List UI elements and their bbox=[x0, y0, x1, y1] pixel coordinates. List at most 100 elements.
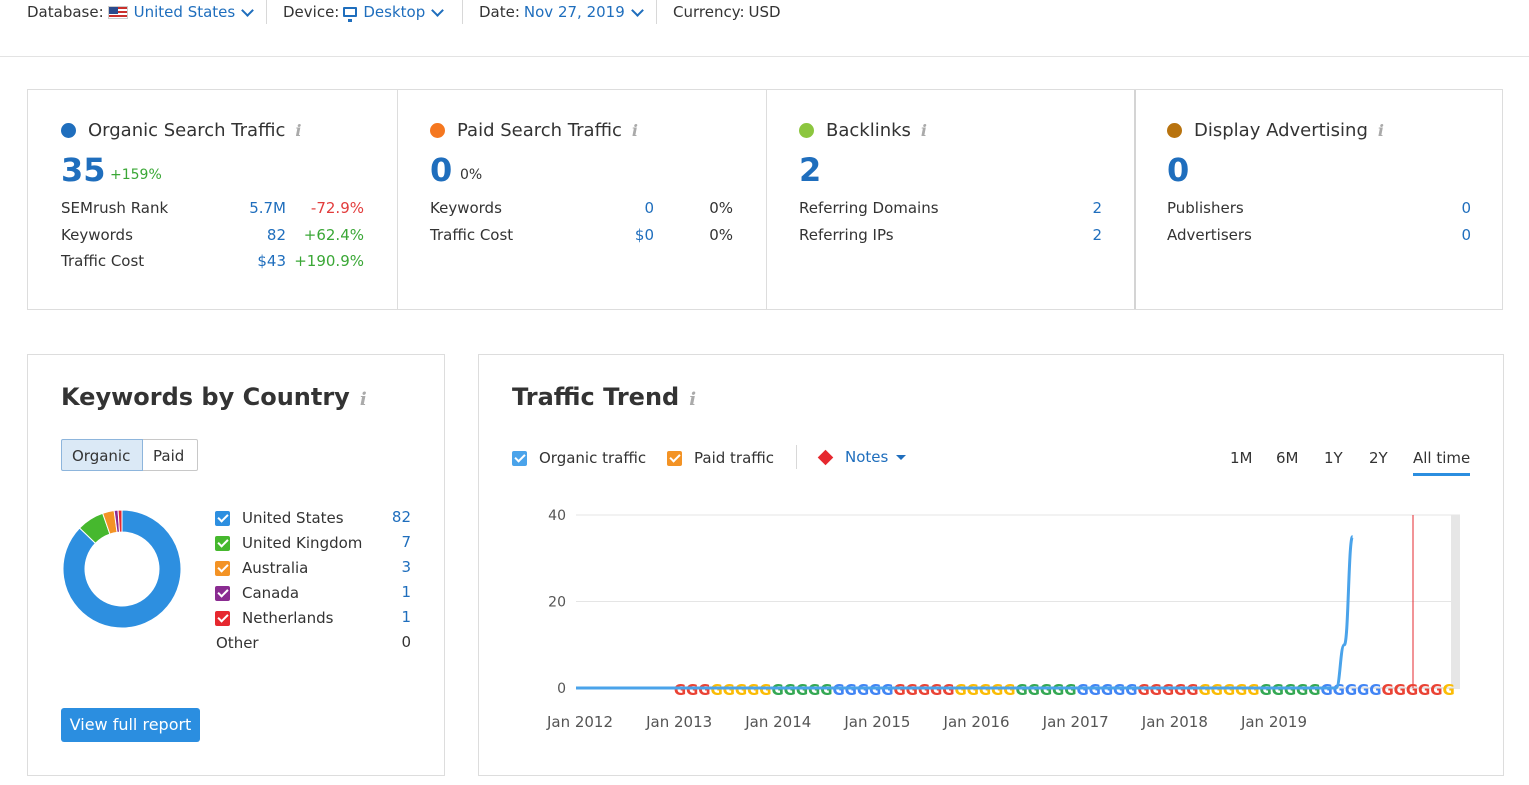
legend-item[interactable]: Netherlands bbox=[215, 608, 333, 628]
display-title-row[interactable]: Display Advertising i bbox=[1167, 120, 1384, 141]
google-update-icon: G bbox=[1186, 681, 1198, 699]
referring-ips-value[interactable]: 2 bbox=[1092, 226, 1102, 244]
google-update-icon: G bbox=[1247, 681, 1259, 699]
legend-country-value[interactable]: 7 bbox=[380, 533, 411, 551]
google-update-icon: G bbox=[771, 681, 783, 699]
google-update-icon: G bbox=[1223, 681, 1235, 699]
legend-item[interactable]: Canada bbox=[215, 583, 299, 603]
legend-item[interactable]: United States bbox=[215, 508, 344, 528]
google-update-icon: G bbox=[1235, 681, 1247, 699]
organic-title-row[interactable]: Organic Search Traffic i bbox=[61, 120, 301, 141]
notes-diamond-icon bbox=[817, 449, 834, 465]
paid-value[interactable]: 0 bbox=[430, 151, 452, 189]
x-tick-label: Jan 2016 bbox=[943, 713, 1010, 731]
device-selector[interactable]: Device: Desktop bbox=[283, 2, 448, 22]
advertisers-value[interactable]: 0 bbox=[1461, 226, 1471, 244]
google-update-icon: G bbox=[930, 681, 942, 699]
divider bbox=[462, 0, 463, 24]
notes-dropdown[interactable]: Notes bbox=[817, 448, 907, 466]
google-update-icon: G bbox=[1028, 681, 1040, 699]
google-update-icon: G bbox=[1284, 681, 1296, 699]
info-icon[interactable]: i bbox=[295, 121, 301, 140]
backlinks-title-row[interactable]: Backlinks i bbox=[799, 120, 927, 141]
paid-cost-label: Traffic Cost bbox=[430, 226, 514, 244]
range-6m[interactable]: 6M bbox=[1276, 449, 1299, 467]
paid-change: 0% bbox=[460, 167, 483, 183]
publishers-value[interactable]: 0 bbox=[1461, 199, 1471, 217]
legend-country-label: United Kingdom bbox=[242, 534, 363, 552]
keywords-by-country-title: Keywords by Country i bbox=[61, 383, 367, 411]
google-update-icon: G bbox=[906, 681, 918, 699]
referring-domains-value[interactable]: 2 bbox=[1092, 199, 1102, 217]
google-update-icon: G bbox=[954, 681, 966, 699]
checkbox-icon bbox=[215, 535, 230, 551]
info-icon[interactable]: i bbox=[360, 389, 367, 410]
legend-country-value[interactable]: 1 bbox=[380, 583, 411, 601]
range-1y[interactable]: 1Y bbox=[1324, 449, 1343, 467]
date-value: Nov 27, 2019 bbox=[523, 3, 625, 21]
info-icon[interactable]: i bbox=[632, 121, 638, 140]
legend-country-value[interactable]: 3 bbox=[380, 558, 411, 576]
legend-item[interactable]: Australia bbox=[215, 558, 308, 578]
google-update-icon: G bbox=[1003, 681, 1015, 699]
backlinks-dot-icon bbox=[799, 123, 814, 138]
google-update-icon: G bbox=[735, 681, 747, 699]
checkbox-icon bbox=[215, 610, 230, 626]
database-selector[interactable]: Database: United States bbox=[27, 2, 258, 22]
google-update-icon: G bbox=[1040, 681, 1052, 699]
info-icon[interactable]: i bbox=[921, 121, 927, 140]
organic-traffic-toggle[interactable]: Organic traffic bbox=[512, 449, 646, 467]
google-update-icon: G bbox=[1345, 681, 1357, 699]
country-donut-chart bbox=[62, 509, 182, 629]
google-update-icon: G bbox=[1418, 681, 1430, 699]
range-2y[interactable]: 2Y bbox=[1369, 449, 1388, 467]
legend-country-value[interactable]: 1 bbox=[380, 608, 411, 626]
organic-value[interactable]: 35 bbox=[61, 151, 106, 189]
legend-item[interactable]: United Kingdom bbox=[215, 533, 362, 553]
currency-value: USD bbox=[748, 3, 781, 21]
google-update-icon: G bbox=[869, 681, 881, 699]
tab-organic[interactable]: Organic bbox=[61, 439, 143, 471]
display-value[interactable]: 0 bbox=[1167, 151, 1189, 189]
google-update-icon: G bbox=[1150, 681, 1162, 699]
date-selector[interactable]: Date: Nov 27, 2019 bbox=[479, 2, 648, 22]
google-update-icon: G bbox=[1369, 681, 1381, 699]
organic-keywords-value[interactable]: 82 bbox=[267, 226, 286, 244]
google-update-icon: G bbox=[1101, 681, 1113, 699]
google-update-icon: G bbox=[1064, 681, 1076, 699]
range-all-time[interactable]: All time bbox=[1413, 449, 1471, 476]
device-label: Device: bbox=[283, 3, 340, 21]
paid-traffic-toggle[interactable]: Paid traffic bbox=[667, 449, 774, 467]
organic-change: +159% bbox=[110, 167, 162, 183]
x-tick-label: Jan 2015 bbox=[843, 713, 910, 731]
paid-title-row[interactable]: Paid Search Traffic i bbox=[430, 120, 638, 141]
paid-keywords-value[interactable]: 0 bbox=[644, 199, 654, 217]
google-update-icon: G bbox=[698, 681, 710, 699]
google-update-icon: G bbox=[991, 681, 1003, 699]
backlinks-value[interactable]: 2 bbox=[799, 151, 821, 189]
legend-country-label: United States bbox=[242, 509, 344, 527]
us-flag-icon bbox=[107, 5, 128, 19]
semrush-rank-value[interactable]: 5.7M bbox=[249, 199, 286, 217]
tab-paid[interactable]: Paid bbox=[143, 439, 198, 471]
google-update-icon: G bbox=[1272, 681, 1284, 699]
advertisers-label: Advertisers bbox=[1167, 226, 1252, 244]
legend-country-value[interactable]: 82 bbox=[380, 508, 411, 526]
google-update-icon: G bbox=[1320, 681, 1332, 699]
checkbox-icon bbox=[215, 510, 230, 526]
organic-cost-value[interactable]: $43 bbox=[257, 252, 286, 270]
google-update-icon: G bbox=[1296, 681, 1308, 699]
google-update-icon: G bbox=[1308, 681, 1320, 699]
info-icon[interactable]: i bbox=[689, 389, 696, 410]
organic-title: Organic Search Traffic bbox=[88, 120, 286, 141]
range-1m[interactable]: 1M bbox=[1230, 449, 1253, 467]
view-full-report-button[interactable]: View full report bbox=[61, 708, 200, 742]
google-update-icon: G bbox=[1174, 681, 1186, 699]
caret-down-icon bbox=[896, 454, 907, 460]
paid-cost-value[interactable]: $0 bbox=[635, 226, 654, 244]
google-update-icon: G bbox=[918, 681, 930, 699]
info-icon[interactable]: i bbox=[1378, 121, 1384, 140]
date-label: Date: bbox=[479, 3, 520, 21]
paid-title: Paid Search Traffic bbox=[457, 120, 622, 141]
database-value: United States bbox=[133, 3, 236, 21]
